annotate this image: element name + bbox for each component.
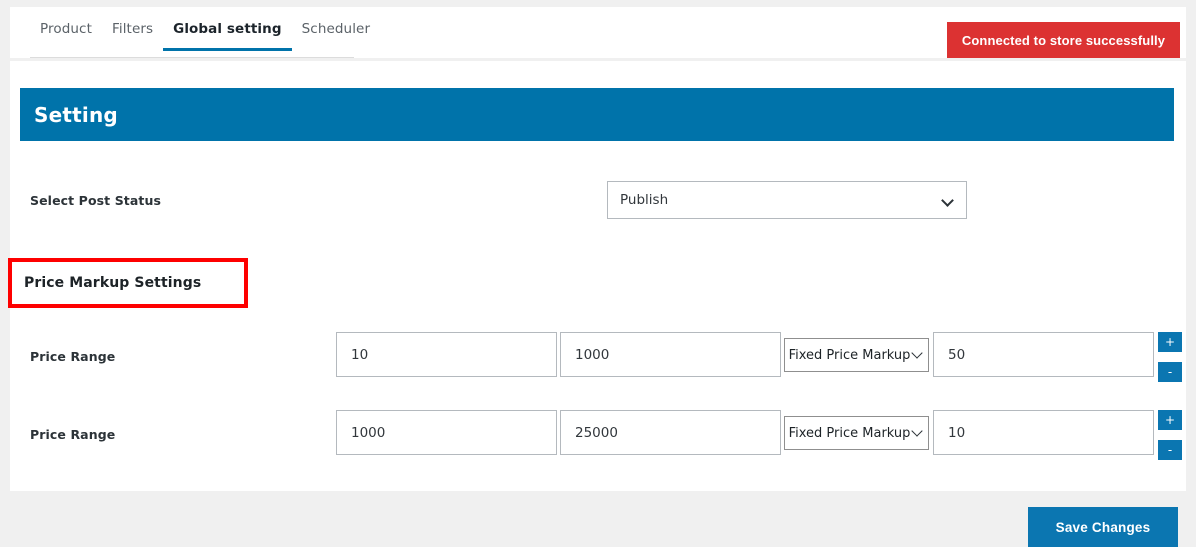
top-tab-bar: Product Filters Global setting Scheduler… (10, 7, 1186, 58)
page-title: Setting (34, 102, 118, 127)
markup-type-value: Fixed Price Markup (788, 425, 911, 441)
row-actions: + - (1158, 332, 1182, 382)
markup-value-input[interactable]: 50 (933, 332, 1154, 377)
chevron-down-icon (943, 195, 954, 206)
price-range-row-2: Price Range 1000 25000 Fixed Price Marku… (20, 410, 1182, 460)
footer-bar: Save Changes (0, 491, 1196, 547)
remove-row-button[interactable]: - (1158, 362, 1182, 382)
row-actions: + - (1158, 410, 1182, 460)
markup-type-select[interactable]: Fixed Price Markup (784, 338, 929, 372)
add-row-button[interactable]: + (1158, 332, 1182, 352)
price-min-input[interactable]: 1000 (336, 410, 557, 455)
chevron-down-icon (913, 428, 924, 439)
tab-scheduler[interactable]: Scheduler (292, 21, 381, 51)
app-root: Product Filters Global setting Scheduler… (0, 0, 1196, 547)
price-markup-settings-highlight: Price Markup Settings (8, 258, 248, 308)
remove-row-button[interactable]: - (1158, 440, 1182, 460)
settings-card-header: Setting (20, 88, 1174, 141)
tab-product[interactable]: Product (30, 21, 102, 51)
post-status-select[interactable]: Publish (607, 181, 967, 219)
tab-filters[interactable]: Filters (102, 21, 163, 51)
price-range-label: Price Range (30, 349, 116, 364)
add-row-button[interactable]: + (1158, 410, 1182, 430)
price-max-input[interactable]: 25000 (560, 410, 781, 455)
price-max-input[interactable]: 1000 (560, 332, 781, 377)
save-changes-button[interactable]: Save Changes (1028, 507, 1178, 547)
connection-status-badge[interactable]: Connected to store successfully (947, 22, 1180, 58)
post-status-row: Select Post Status Publish (20, 181, 1174, 221)
post-status-value: Publish (620, 192, 669, 208)
chevron-down-icon (913, 350, 924, 361)
markup-value-input[interactable]: 10 (933, 410, 1154, 455)
price-min-input[interactable]: 10 (336, 332, 557, 377)
post-status-label: Select Post Status (30, 193, 162, 208)
price-markup-settings-heading: Price Markup Settings (24, 275, 202, 291)
price-range-label: Price Range (30, 427, 116, 442)
price-range-row-1: Price Range 10 1000 Fixed Price Markup 5… (20, 332, 1182, 382)
tab-global-setting[interactable]: Global setting (163, 21, 292, 51)
markup-type-value: Fixed Price Markup (788, 347, 911, 363)
tab-list: Product Filters Global setting Scheduler (30, 21, 370, 58)
markup-type-select[interactable]: Fixed Price Markup (784, 416, 929, 450)
